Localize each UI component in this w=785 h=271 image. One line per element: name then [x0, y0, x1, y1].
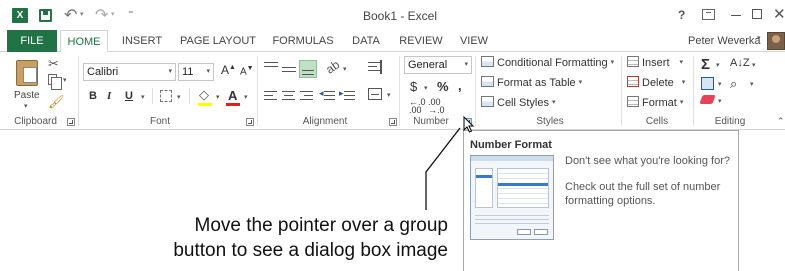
mouse-pointer-icon	[463, 116, 475, 133]
callout-line-2: button to see a dialog box image	[173, 240, 448, 261]
callout-caption: Move the pointer over a group button to …	[90, 213, 448, 263]
callout-line-1: Move the pointer over a group	[194, 215, 449, 236]
